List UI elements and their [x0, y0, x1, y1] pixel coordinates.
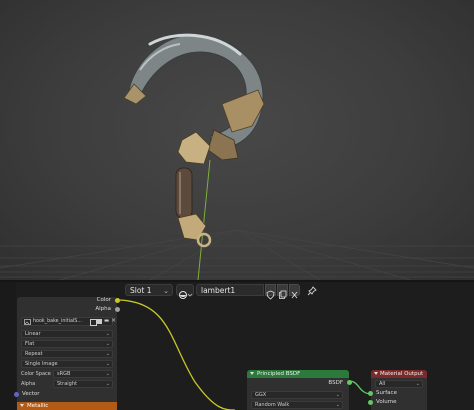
copy-icon [279, 290, 287, 299]
source-value: Single Image [25, 361, 58, 367]
projection-value: Flat [25, 341, 35, 347]
collapse-arrow-icon [374, 372, 378, 375]
bsdf-node-title: Principled BSDF [257, 371, 301, 377]
chevron-down-icon: ⌄ [415, 381, 420, 387]
duplicate-material-button[interactable] [277, 284, 288, 299]
slot-label: Slot 1 [130, 286, 152, 295]
vector-input-socket[interactable] [14, 392, 19, 397]
chevron-down-icon: ⌄ [163, 287, 169, 295]
image-icon [24, 319, 31, 325]
chevron-down-icon: ⌄ [105, 361, 110, 367]
alpha-mode-value: Straight [57, 381, 77, 387]
chevron-down-icon: ⌄ [105, 371, 110, 377]
shader-node-editor[interactable]: Slot 1 ⌄ lambert1 Color Alpha hook_bake_… [0, 282, 474, 410]
distribution-select[interactable]: GGX ⌄ [251, 391, 343, 399]
chevron-down-icon: ⌄ [335, 392, 340, 398]
image-datablock-field[interactable]: hook_bake_initialS... ▬ × [21, 317, 116, 326]
extension-select[interactable]: Repeat ⌄ [21, 350, 113, 358]
material-output-header[interactable]: Material Output [371, 370, 427, 378]
color-output-socket[interactable] [115, 298, 120, 303]
chevron-down-icon: ⌄ [105, 351, 110, 357]
extension-value: Repeat [25, 351, 43, 357]
vector-input-label: Vector [22, 391, 40, 397]
material-output-node[interactable]: Material Output All ⌄ Surface Volume [368, 370, 427, 410]
3d-viewport[interactable] [0, 0, 474, 280]
pin-icon [307, 286, 317, 296]
color-space-label: Color Space [21, 371, 51, 377]
output-alpha-label: Alpha [95, 306, 111, 312]
chevron-down-icon: ⌄ [105, 381, 110, 387]
pin-button[interactable] [306, 283, 318, 296]
surface-input-label: Surface [376, 390, 397, 396]
browse-material-button[interactable] [176, 284, 194, 299]
color-space-select[interactable]: sRGB ⌄ [53, 370, 113, 378]
metallic-node-title: Metallic [27, 403, 49, 409]
bsdf-node-header[interactable]: Principled BSDF [247, 370, 349, 378]
copy-icon[interactable] [97, 319, 102, 324]
output-color-label: Color [96, 297, 111, 303]
volume-input-label: Volume [376, 399, 397, 405]
hook-model[interactable] [123, 33, 265, 248]
alpha-mode-label: Alpha [21, 381, 36, 387]
shield-icon[interactable] [90, 319, 97, 326]
interpolation-value: Linear [25, 331, 41, 337]
metallic-node-header[interactable]: Metallic [17, 402, 117, 410]
shield-icon [266, 290, 275, 300]
subsurface-method-select[interactable]: Random Walk ⌄ [251, 401, 343, 409]
material-name: lambert1 [201, 286, 236, 295]
node-editor-header: Slot 1 ⌄ lambert1 [0, 282, 474, 300]
unlink-material-button[interactable] [289, 284, 300, 299]
distribution-value: GGX [255, 392, 267, 398]
volume-input-socket[interactable] [368, 400, 373, 405]
principled-bsdf-node[interactable]: Principled BSDF BSDF GGX ⌄ Random Walk ⌄ [247, 370, 352, 410]
chevron-down-icon: ⌄ [105, 341, 110, 347]
close-icon[interactable]: × [111, 317, 116, 324]
collapse-arrow-icon [20, 404, 24, 407]
material-name-field[interactable]: lambert1 [196, 284, 264, 296]
output-target-value: All [379, 381, 386, 387]
color-space-value: sRGB [57, 371, 71, 377]
collapse-arrow-icon [250, 372, 254, 375]
alpha-output-socket[interactable] [115, 307, 120, 312]
surface-input-socket[interactable] [368, 391, 373, 396]
chevron-down-icon: ⌄ [335, 402, 340, 408]
chevron-down-icon: ⌄ [105, 331, 110, 337]
close-icon [291, 291, 298, 299]
alpha-mode-select[interactable]: Straight ⌄ [53, 380, 113, 388]
image-texture-node[interactable]: Color Alpha hook_bake_initialS... ▬ × Li… [14, 297, 120, 410]
slot-selector[interactable]: Slot 1 ⌄ [125, 284, 173, 296]
folder-icon[interactable]: ▬ [104, 318, 109, 324]
output-target-select[interactable]: All ⌄ [375, 380, 423, 388]
subsurface-method-value: Random Walk [255, 402, 290, 408]
viewport-grid [0, 33, 474, 280]
material-output-title: Material Output [380, 371, 424, 377]
projection-select[interactable]: Flat ⌄ [21, 340, 113, 348]
bsdf-output-label: BSDF [328, 380, 343, 386]
fake-user-button[interactable] [265, 284, 276, 300]
bsdf-output-socket[interactable] [347, 380, 352, 385]
image-name: hook_bake_initialS... [33, 319, 82, 324]
material-sphere-icon [179, 291, 193, 299]
source-select[interactable]: Single Image ⌄ [21, 360, 113, 368]
interpolation-select[interactable]: Linear ⌄ [21, 330, 113, 338]
